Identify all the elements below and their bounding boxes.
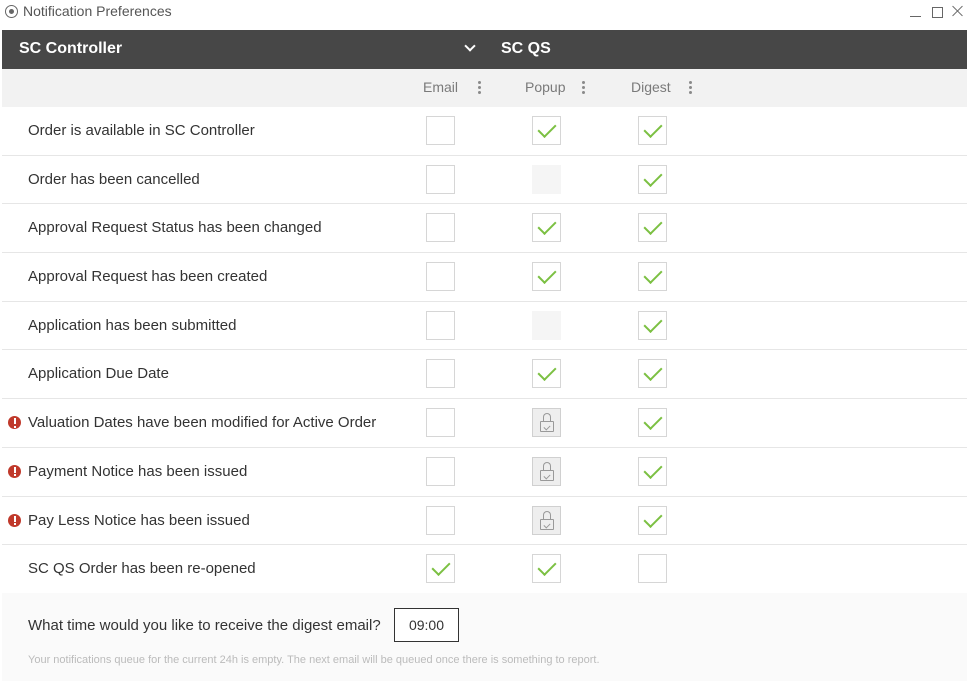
column-popup-menu-icon[interactable] — [582, 81, 586, 95]
row-label: Order has been cancelled — [28, 170, 200, 188]
email-checkbox[interactable] — [426, 213, 455, 243]
digest-checkbox[interactable] — [638, 554, 667, 584]
email-checkbox[interactable] — [426, 408, 455, 438]
popup-checkbox[interactable] — [532, 359, 561, 389]
lock-icon — [540, 413, 554, 433]
row-label: Application Due Date — [28, 365, 169, 383]
digest-time-input[interactable] — [394, 608, 459, 642]
popup-checkbox — [532, 164, 561, 194]
table-row: SC QS Order has been re-opened — [2, 545, 967, 594]
digest-checkbox[interactable] — [638, 164, 667, 194]
email-checkbox[interactable] — [426, 262, 455, 292]
close-icon[interactable] — [951, 4, 965, 18]
row-label: Application has been submitted — [28, 316, 237, 334]
table-row: Order is available in SC Controller — [2, 107, 967, 156]
chevron-down-icon — [464, 42, 476, 54]
row-label: Approval Request Status has been changed — [28, 219, 322, 237]
email-checkbox[interactable] — [426, 164, 455, 194]
popup-checkbox[interactable] — [532, 554, 561, 584]
digest-checkbox[interactable] — [638, 408, 667, 438]
queue-status-note: Your notifications queue for the current… — [28, 654, 600, 666]
digest-time-label: What time would you like to receive the … — [28, 617, 381, 634]
row-label: Pay Less Notice has been issued — [28, 511, 250, 529]
table-row: Application has been submitted — [2, 301, 967, 351]
popup-checkbox[interactable] — [532, 213, 561, 243]
lock-icon — [540, 510, 554, 531]
row-label: Order is available in SC Controller — [28, 122, 255, 139]
controller-select-label: SC Controller — [19, 40, 123, 57]
popup-checkbox — [532, 505, 561, 535]
popup-checkbox — [532, 456, 561, 486]
column-email-menu-icon[interactable] — [478, 81, 482, 95]
digest-checkbox[interactable] — [638, 456, 667, 486]
warning-icon — [8, 513, 21, 527]
table-row: Order has been cancelled — [2, 155, 967, 205]
digest-checkbox[interactable] — [638, 310, 667, 340]
warning-icon — [8, 416, 21, 430]
digest-checkbox[interactable] — [638, 359, 667, 389]
preferences-list: Order is available in SC Controller Order… — [2, 107, 967, 594]
table-row: Valuation Dates have been modified for A… — [2, 399, 967, 448]
email-checkbox[interactable] — [426, 116, 455, 145]
row-label: Approval Request has been created — [28, 268, 268, 286]
email-checkbox[interactable] — [426, 456, 455, 486]
digest-checkbox[interactable] — [638, 262, 667, 292]
title-bar: Notification Preferences — [0, 0, 971, 30]
digest-checkbox[interactable] — [638, 505, 667, 535]
table-row: Payment Notice has been issued — [2, 447, 967, 497]
app-icon — [5, 5, 18, 18]
digest-checkbox[interactable] — [638, 213, 667, 243]
maximize-icon[interactable] — [930, 4, 944, 18]
email-checkbox[interactable] — [426, 505, 455, 535]
column-digest-menu-icon[interactable] — [689, 81, 693, 95]
email-checkbox[interactable] — [426, 554, 455, 584]
popup-checkbox — [532, 310, 561, 340]
warning-icon — [8, 464, 21, 478]
table-row: Pay Less Notice has been issued — [2, 496, 967, 546]
controller-select[interactable]: SC Controller — [2, 30, 490, 69]
popup-checkbox[interactable] — [532, 262, 561, 292]
column-header-row: Email Popup Digest — [2, 69, 967, 107]
table-row: Approval Request has been created — [2, 253, 967, 302]
popup-checkbox — [532, 408, 561, 438]
column-digest-label: Digest — [631, 79, 671, 95]
column-email-label: Email — [423, 79, 459, 95]
column-popup-label: Popup — [525, 79, 566, 95]
email-checkbox[interactable] — [426, 359, 455, 389]
header-bar: SC Controller SC QS — [2, 30, 967, 69]
table-row: Approval Request Status has been changed — [2, 204, 967, 254]
header-sub-label: SC QS — [501, 40, 551, 57]
table-row: Application Due Date — [2, 350, 967, 400]
minimize-icon[interactable] — [909, 4, 923, 18]
email-checkbox[interactable] — [426, 310, 455, 340]
window-controls — [909, 4, 965, 18]
row-label: Payment Notice has been issued — [28, 462, 248, 480]
footer: What time would you like to receive the … — [2, 593, 967, 681]
row-label: SC QS Order has been re-opened — [28, 560, 256, 578]
lock-icon — [540, 461, 554, 482]
window-title: Notification Preferences — [23, 3, 172, 19]
digest-checkbox[interactable] — [638, 116, 667, 145]
popup-checkbox[interactable] — [532, 116, 561, 145]
row-label: Valuation Dates have been modified for A… — [28, 414, 377, 432]
